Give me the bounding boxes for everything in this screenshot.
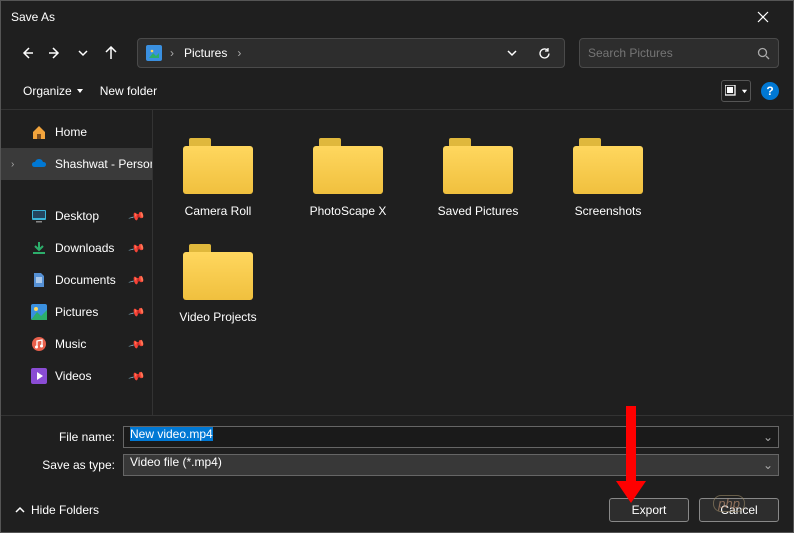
- refresh-button[interactable]: [532, 41, 556, 65]
- downloads-icon: [31, 240, 47, 256]
- help-button[interactable]: ?: [761, 82, 779, 100]
- navigation-bar: › Pictures ›: [1, 33, 793, 73]
- arrow-up-icon: [104, 46, 118, 60]
- organize-button[interactable]: Organize: [15, 79, 92, 103]
- sidebar-item-downloads[interactable]: Downloads 📌: [1, 232, 152, 264]
- pin-icon: 📌: [128, 367, 146, 385]
- folder-label: Screenshots: [575, 204, 642, 218]
- pin-icon: 📌: [128, 271, 146, 289]
- sidebar-item-home[interactable]: Home: [1, 116, 152, 148]
- music-icon: [31, 336, 47, 352]
- folder-icon: [443, 138, 513, 194]
- chevron-down-icon: [507, 48, 517, 58]
- folder-label: Camera Roll: [185, 204, 252, 218]
- toolbar: Organize New folder ?: [1, 73, 793, 109]
- hide-folders-label: Hide Folders: [31, 503, 99, 517]
- home-icon: [31, 124, 47, 140]
- documents-icon: [31, 272, 47, 288]
- save-as-type-value: Video file (*.mp4): [130, 455, 222, 469]
- pictures-icon: [31, 304, 47, 320]
- search-box[interactable]: [579, 38, 779, 68]
- folder-label: PhotoScape X: [310, 204, 387, 218]
- chevron-right-icon: ›: [170, 46, 174, 60]
- search-icon: [757, 47, 770, 60]
- chevron-right-icon: ›: [11, 159, 14, 170]
- forward-button[interactable]: [43, 41, 67, 65]
- folder-icon: [313, 138, 383, 194]
- folder-item[interactable]: PhotoScape X: [293, 130, 403, 226]
- view-options-button[interactable]: [721, 80, 751, 102]
- sidebar-item-label: Home: [55, 125, 87, 139]
- chevron-right-icon: ›: [237, 46, 241, 60]
- cancel-button[interactable]: Cancel: [699, 498, 779, 522]
- sidebar-item-label: Desktop: [55, 209, 99, 223]
- folder-content-area[interactable]: Camera Roll PhotoScape X Saved Pictures …: [153, 110, 793, 415]
- pin-icon: 📌: [128, 303, 146, 321]
- sidebar-item-videos[interactable]: Videos 📌: [1, 360, 152, 392]
- arrow-left-icon: [20, 46, 34, 60]
- sidebar-item-onedrive-personal[interactable]: › Shashwat - Personal: [1, 148, 152, 180]
- new-folder-button[interactable]: New folder: [92, 79, 165, 103]
- address-dropdown-button[interactable]: [500, 41, 524, 65]
- sidebar-item-label: Music: [55, 337, 86, 351]
- filename-value: New video.mp4: [130, 427, 213, 441]
- sidebar-item-label: Pictures: [55, 305, 98, 319]
- sidebar-item-desktop[interactable]: Desktop 📌: [1, 200, 152, 232]
- folder-item[interactable]: Video Projects: [163, 236, 273, 332]
- arrow-right-icon: [48, 46, 62, 60]
- chevron-up-icon: [15, 505, 25, 515]
- save-as-type-label: Save as type:: [15, 458, 123, 472]
- pin-icon: 📌: [128, 239, 146, 257]
- pictures-location-icon: [146, 45, 162, 61]
- sidebar-item-label: Videos: [55, 369, 91, 383]
- export-button[interactable]: Export: [609, 498, 689, 522]
- hide-folders-button[interactable]: Hide Folders: [15, 503, 99, 517]
- back-button[interactable]: [15, 41, 39, 65]
- folder-label: Video Projects: [179, 310, 256, 324]
- sidebar-item-label: Shashwat - Personal: [55, 157, 152, 171]
- sidebar: Home › Shashwat - Personal Desktop 📌 Dow…: [1, 110, 153, 415]
- sidebar-item-label: Documents: [55, 273, 116, 287]
- search-input[interactable]: [588, 46, 757, 60]
- sidebar-item-documents[interactable]: Documents 📌: [1, 264, 152, 296]
- pin-icon: 📌: [128, 207, 146, 225]
- folder-icon: [183, 244, 253, 300]
- breadcrumb-pictures[interactable]: Pictures: [182, 46, 229, 60]
- close-icon: [757, 11, 769, 23]
- folder-item[interactable]: Screenshots: [553, 130, 663, 226]
- desktop-icon: [31, 208, 47, 224]
- folder-item[interactable]: Camera Roll: [163, 130, 273, 226]
- footer: Hide Folders Export Cancel: [1, 488, 793, 532]
- dropdown-caret-icon: [741, 88, 748, 95]
- dialog-body: Home › Shashwat - Personal Desktop 📌 Dow…: [1, 109, 793, 415]
- folder-icon: [183, 138, 253, 194]
- sidebar-item-music[interactable]: Music 📌: [1, 328, 152, 360]
- view-icon: [725, 85, 739, 97]
- address-bar[interactable]: › Pictures ›: [137, 38, 565, 68]
- title-bar: Save As: [1, 1, 793, 33]
- chevron-down-icon: [78, 48, 88, 58]
- up-button[interactable]: [99, 41, 123, 65]
- form-area: File name: New video.mp4 ⌄ Save as type:…: [1, 415, 793, 488]
- window-title: Save As: [11, 10, 743, 24]
- onedrive-icon: [31, 156, 47, 172]
- filename-label: File name:: [15, 430, 123, 444]
- question-icon: ?: [766, 84, 773, 98]
- folder-item[interactable]: Saved Pictures: [423, 130, 533, 226]
- new-folder-label: New folder: [100, 84, 157, 98]
- close-button[interactable]: [743, 1, 783, 33]
- sidebar-item-label: Downloads: [55, 241, 114, 255]
- videos-icon: [31, 368, 47, 384]
- recent-locations-button[interactable]: [71, 41, 95, 65]
- folder-icon: [573, 138, 643, 194]
- folder-label: Saved Pictures: [438, 204, 519, 218]
- dropdown-caret-icon: [76, 87, 84, 95]
- refresh-icon: [538, 47, 551, 60]
- organize-label: Organize: [23, 84, 72, 98]
- pin-icon: 📌: [128, 335, 146, 353]
- sidebar-item-pictures[interactable]: Pictures 📌: [1, 296, 152, 328]
- save-as-dialog: Save As › Pictures ›: [0, 0, 794, 533]
- save-as-type-combo[interactable]: Video file (*.mp4): [123, 454, 779, 476]
- filename-input[interactable]: New video.mp4: [123, 426, 779, 448]
